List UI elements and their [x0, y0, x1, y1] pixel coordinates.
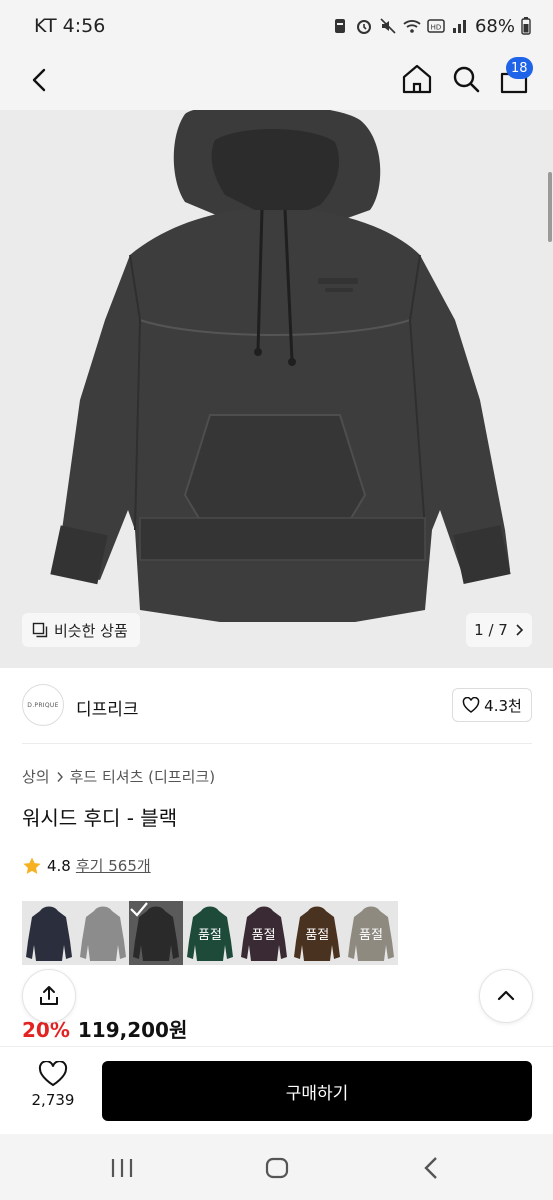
share-icon [40, 986, 58, 1005]
color-swatch[interactable]: 품절 [183, 901, 237, 965]
selected-check [129, 901, 183, 965]
app-bar [0, 52, 553, 110]
back-icon[interactable] [22, 62, 58, 98]
color-swatch[interactable] [22, 901, 76, 965]
brand-logo[interactable]: D.PRIQUE [22, 684, 64, 726]
home-icon[interactable] [398, 60, 436, 98]
brand-name[interactable]: 디프리크 [76, 695, 139, 720]
mute-icon [380, 18, 396, 34]
share-button[interactable] [22, 969, 76, 1023]
similar-icon [32, 622, 48, 638]
product-photo [0, 110, 553, 668]
brand-like-count: 4.3천 [484, 696, 522, 715]
rating-score: 4.8 [47, 856, 71, 875]
breadcrumb-item[interactable]: 후드 티셔츠 (디프리크) [70, 766, 215, 787]
image-page-indicator: 1 / 7 [474, 621, 508, 639]
brand-logo-text: D.PRIQUE [27, 701, 59, 709]
brand-row[interactable]: D.PRIQUE 디프리크 4.3천 [0, 668, 553, 744]
wifi-icon [403, 20, 421, 33]
back-nav-icon[interactable] [416, 1152, 448, 1184]
cart-count-badge: 18 [506, 57, 533, 79]
sold-out-label: 품절 [251, 927, 276, 943]
purchase-bar: 2,739 구매하기 [0, 1046, 553, 1134]
chevron-right-icon [516, 624, 523, 636]
sold-out-label [76, 901, 130, 965]
similar-products-label: 비슷한 상품 [54, 621, 128, 640]
wishlist-button[interactable]: 2,739 [22, 1061, 84, 1123]
product-title: 워시드 후디 - 블랙 [22, 806, 178, 830]
sold-out-label: 품절 [197, 927, 222, 943]
hd-icon: HD [427, 19, 445, 33]
sold-out-label [22, 901, 76, 965]
notification-icon [334, 19, 345, 33]
svg-text:HD: HD [431, 24, 442, 32]
scrollbar[interactable] [548, 172, 552, 242]
rating-row[interactable]: 4.8 후기 565개 [22, 855, 151, 876]
star-icon [23, 857, 41, 874]
alarm-icon [356, 20, 371, 34]
check-icon [130, 902, 149, 917]
scroll-top-button[interactable] [479, 969, 533, 1023]
product-image-carousel[interactable]: 비슷한 상품 1 / 7 [0, 110, 553, 668]
image-pager[interactable]: 1 / 7 [466, 613, 532, 647]
status-bar: KT 4:56 HD 68% [0, 0, 553, 52]
color-swatch[interactable] [76, 901, 130, 965]
heart-icon [462, 697, 480, 713]
reviews-link[interactable]: 후기 565개 [76, 855, 151, 876]
color-swatch[interactable]: 품절 [290, 901, 344, 965]
chevron-up-icon [497, 990, 515, 1001]
sold-out-label: 품절 [359, 927, 383, 943]
chevron-right-icon [57, 771, 63, 782]
system-nav-bar [0, 1134, 553, 1200]
breadcrumb: 상의 후드 티셔츠 (디프리크) [22, 766, 215, 787]
color-swatch[interactable] [129, 901, 184, 965]
wishlist-count: 2,739 [31, 1091, 75, 1109]
color-swatch[interactable]: 품절 [344, 901, 398, 965]
breadcrumb-item[interactable]: 상의 [22, 766, 50, 787]
final-price: 119,200원 [77, 1018, 188, 1042]
signal-icon [452, 20, 466, 33]
color-swatches: 품절 품절 품절 품절 [22, 901, 398, 965]
battery-percent: 68% [474, 15, 515, 37]
heart-icon [38, 1061, 68, 1087]
color-swatch[interactable]: 품절 [237, 901, 291, 965]
status-carrier-time: KT 4:56 [34, 15, 106, 37]
divider [22, 743, 532, 744]
brand-like-button[interactable]: 4.3천 [452, 688, 532, 722]
sold-out-label: 품절 [305, 927, 330, 943]
similar-products-button[interactable]: 비슷한 상품 [22, 613, 140, 647]
battery-icon [521, 17, 531, 35]
buy-button[interactable]: 구매하기 [102, 1061, 532, 1121]
status-icons: HD 68% [331, 16, 531, 37]
recent-apps-icon[interactable] [106, 1152, 138, 1184]
home-nav-icon[interactable] [261, 1152, 293, 1184]
search-icon[interactable] [447, 60, 485, 98]
